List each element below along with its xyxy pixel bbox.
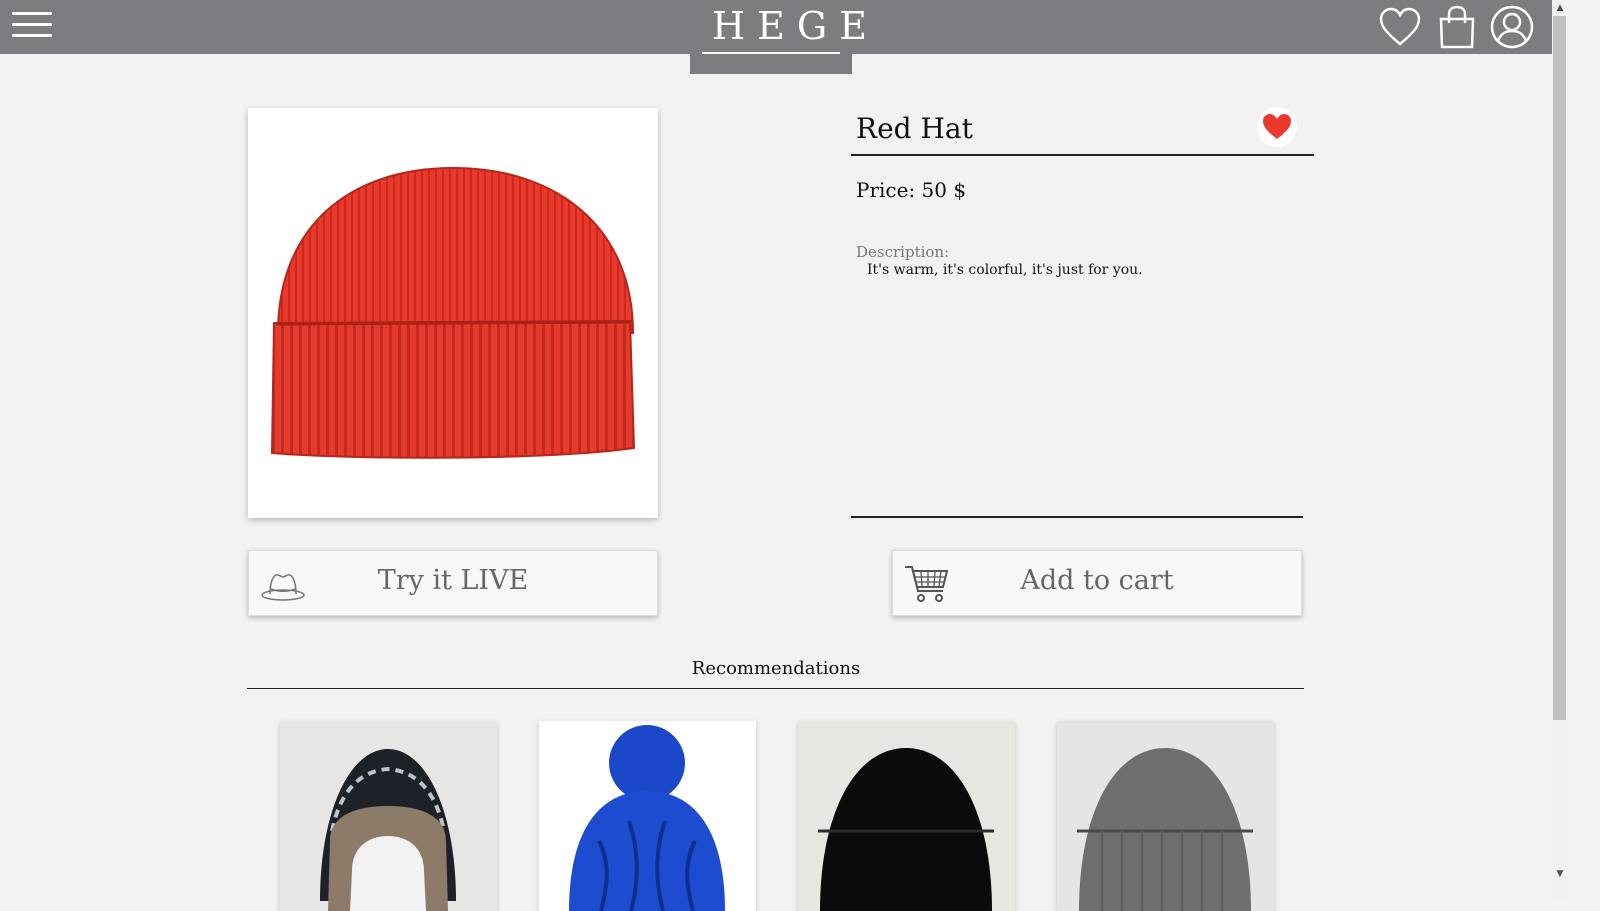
recommendation-item-2[interactable]: [539, 721, 756, 911]
trapper-hat-image: [280, 721, 497, 911]
scroll-down-arrow-icon[interactable]: ▼: [1552, 866, 1568, 882]
recommendations-title: Recommendations: [691, 658, 861, 679]
favorite-button[interactable]: [1257, 107, 1297, 147]
recommendation-item-3[interactable]: [798, 721, 1015, 911]
red-beanie-image: [270, 166, 636, 459]
product-title: Red Hat: [856, 112, 973, 145]
wishlist-heart-icon[interactable]: [1378, 5, 1422, 49]
blue-pompom-beanie-image: [539, 721, 756, 911]
heart-filled-icon: [1263, 114, 1291, 139]
add-to-cart-button[interactable]: Add to cart: [892, 550, 1302, 616]
logo-tab: [690, 54, 852, 74]
scrollbar-thumb[interactable]: [1553, 16, 1566, 720]
shopping-bag-icon[interactable]: [1435, 5, 1479, 49]
recommendation-item-4[interactable]: [1057, 721, 1274, 911]
grey-beanie-image: [1057, 721, 1274, 911]
description-divider: [851, 516, 1303, 518]
brand-logo[interactable]: HEGE: [700, 2, 867, 54]
top-navigation-bar: HEGE: [0, 0, 1552, 54]
title-divider: [851, 154, 1314, 156]
try-it-live-button[interactable]: Try it LIVE: [248, 550, 658, 616]
try-it-live-label: Try it LIVE: [377, 565, 529, 596]
recommendation-item-1[interactable]: [280, 721, 497, 911]
product-price: Price: 50 $: [856, 178, 967, 202]
description-text: It's warm, it's colorful, it's just for …: [867, 262, 1143, 278]
description-label: Description:: [856, 243, 950, 261]
menu-icon[interactable]: [12, 12, 52, 42]
add-to-cart-label: Add to cart: [1020, 565, 1174, 596]
user-account-icon[interactable]: [1490, 5, 1534, 49]
recommendations-divider: [247, 688, 1304, 689]
black-beanie-image: [798, 721, 1015, 911]
product-image: [248, 108, 658, 518]
scroll-up-arrow-icon[interactable]: ▲: [1552, 0, 1568, 16]
